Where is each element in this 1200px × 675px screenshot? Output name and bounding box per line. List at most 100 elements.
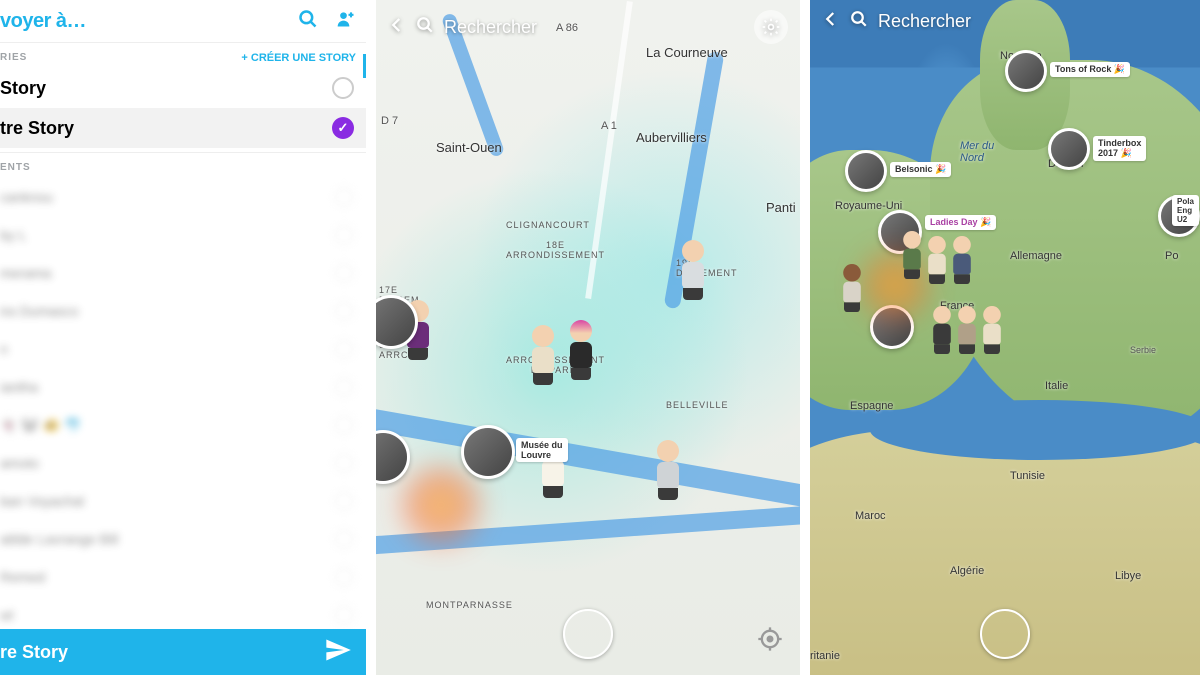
search-icon[interactable] [416, 16, 434, 39]
back-icon[interactable] [822, 10, 840, 33]
search-placeholder: Rechercher [878, 11, 971, 32]
select-ring-icon[interactable] [334, 263, 354, 283]
recent-name: merama [0, 265, 51, 281]
select-ring-icon[interactable] [334, 187, 354, 207]
friend-bitmoji[interactable] [948, 236, 975, 284]
event-story-pin[interactable] [1048, 128, 1090, 170]
recent-list: canknouby L merama ira Dumasco n iantha 👻 🐼 🐠… [0, 178, 366, 634]
our-story-row[interactable]: tre Story ✓ [0, 108, 366, 148]
search-placeholder: Rechercher [444, 17, 537, 38]
recent-row[interactable]: iantha [0, 368, 366, 406]
sea-label: Mer du Nord [960, 140, 994, 164]
recent-section-header: ENTS [0, 152, 366, 178]
friend-bitmoji[interactable] [651, 440, 685, 500]
event-tag[interactable]: Tons of Rock 🎉 [1050, 62, 1130, 77]
select-ring-icon[interactable] [334, 605, 354, 625]
select-ring-icon[interactable] [334, 529, 354, 549]
event-tag[interactable]: Ladies Day 🎉 [925, 215, 996, 230]
my-story-label: Story [0, 78, 46, 99]
search-icon[interactable] [850, 10, 868, 33]
recent-row[interactable]: n [0, 330, 366, 368]
self-location-button[interactable] [980, 609, 1030, 659]
recent-row[interactable]: merama [0, 254, 366, 292]
friend-bitmoji[interactable] [928, 306, 955, 354]
place-label: Panti [766, 200, 796, 215]
country-label: Allemagne [1010, 250, 1062, 262]
friend-bitmoji[interactable] [526, 325, 560, 385]
event-tag[interactable]: Pola Eng U2 [1172, 195, 1199, 226]
country-label: Serbie [1130, 345, 1156, 355]
event-story-pin[interactable] [845, 150, 887, 192]
city-map[interactable]: A 86 La Courneuve D 7 A 1 Saint-Ouen Aub… [376, 0, 800, 675]
send-to-header: voyer à… [0, 0, 366, 42]
world-map[interactable]: Norvège Mer du Nord Danem Royaume-Uni Al… [810, 0, 1200, 675]
event-tag[interactable]: Tinderbox 2017 🎉 [1093, 136, 1146, 161]
event-tag[interactable]: Belsonic 🎉 [890, 162, 951, 177]
self-location-button[interactable] [563, 609, 613, 659]
friend-bitmoji[interactable] [978, 306, 1005, 354]
event-story-pin[interactable] [1005, 50, 1047, 92]
recent-name: Remed [0, 569, 45, 585]
recent-name: wl [0, 607, 13, 623]
district-label: 18E ARRONDISSEMENT [506, 240, 605, 260]
world-map-panel[interactable]: Norvège Mer du Nord Danem Royaume-Uni Al… [810, 0, 1200, 675]
our-story-label: tre Story [0, 118, 74, 139]
back-icon[interactable] [388, 16, 406, 39]
select-ring-icon[interactable] [334, 567, 354, 587]
recent-row[interactable]: ban Voyachal [0, 482, 366, 520]
recenter-button[interactable] [756, 625, 784, 653]
send-bar[interactable]: re Story [0, 629, 366, 675]
story-pin[interactable] [461, 425, 515, 479]
map-search-bar[interactable]: Rechercher [822, 10, 1188, 33]
recent-row[interactable]: canknou [0, 178, 366, 216]
recent-row[interactable]: Remed [0, 558, 366, 596]
recent-row[interactable]: ira Dumasco [0, 292, 366, 330]
poi-label-louvre[interactable]: Musée du Louvre [516, 438, 568, 462]
city-map-panel[interactable]: A 86 La Courneuve D 7 A 1 Saint-Ouen Aub… [376, 0, 800, 675]
story-pin[interactable] [376, 295, 418, 349]
recent-row[interactable]: 👻 🐼 🐠 🐬 [0, 406, 366, 444]
select-ring-icon[interactable] [334, 415, 354, 435]
header-title: voyer à… [0, 10, 86, 33]
friend-bitmoji[interactable] [676, 240, 710, 300]
friend-bitmoji[interactable] [564, 320, 598, 380]
add-friend-icon[interactable] [336, 9, 356, 34]
place-label: Saint-Ouen [436, 140, 502, 155]
checkmark-icon[interactable]: ✓ [332, 117, 354, 139]
recent-section-label: ENTS [0, 162, 31, 173]
recent-row[interactable]: by L [0, 216, 366, 254]
create-story-button[interactable]: + CRÉER UNE STORY [241, 52, 356, 64]
select-ring-icon[interactable] [334, 453, 354, 473]
district-label: BELLEVILLE [666, 400, 729, 410]
friend-bitmoji[interactable] [923, 236, 950, 284]
map-search-bar[interactable]: Rechercher [388, 10, 788, 44]
select-ring-icon[interactable] [332, 77, 354, 99]
settings-button[interactable] [754, 10, 788, 44]
stories-section-label: RIES [0, 52, 27, 63]
recent-name: n [0, 341, 8, 357]
recent-row[interactable]: atilde Lavrange Bill [0, 520, 366, 558]
send-bar-label: re Story [0, 642, 68, 663]
send-to-panel: voyer à… RIES + CRÉER UNE STORY Story tr… [0, 0, 366, 675]
my-story-row[interactable]: Story [0, 68, 366, 108]
select-ring-icon[interactable] [334, 339, 354, 359]
select-ring-icon[interactable] [334, 377, 354, 397]
friend-bitmoji[interactable] [953, 306, 980, 354]
send-icon[interactable] [324, 636, 352, 669]
recent-row[interactable]: amoto [0, 444, 366, 482]
friend-bitmoji[interactable] [838, 264, 865, 312]
country-label: Libye [1115, 570, 1141, 582]
country-label: Tunisie [1010, 470, 1045, 482]
recent-name: atilde Lavrange Bill [0, 531, 118, 547]
select-ring-icon[interactable] [334, 225, 354, 245]
story-pin[interactable] [376, 430, 410, 484]
country-label: Maroc [855, 510, 886, 522]
search-icon[interactable] [298, 9, 318, 34]
recent-name: 👻 🐼 🐠 🐬 [0, 417, 81, 434]
friend-bitmoji[interactable] [898, 231, 925, 279]
country-label: Italie [1045, 380, 1068, 392]
road-label: A 1 [601, 120, 617, 132]
select-ring-icon[interactable] [334, 301, 354, 321]
select-ring-icon[interactable] [334, 491, 354, 511]
place-label: La Courneuve [646, 45, 728, 60]
